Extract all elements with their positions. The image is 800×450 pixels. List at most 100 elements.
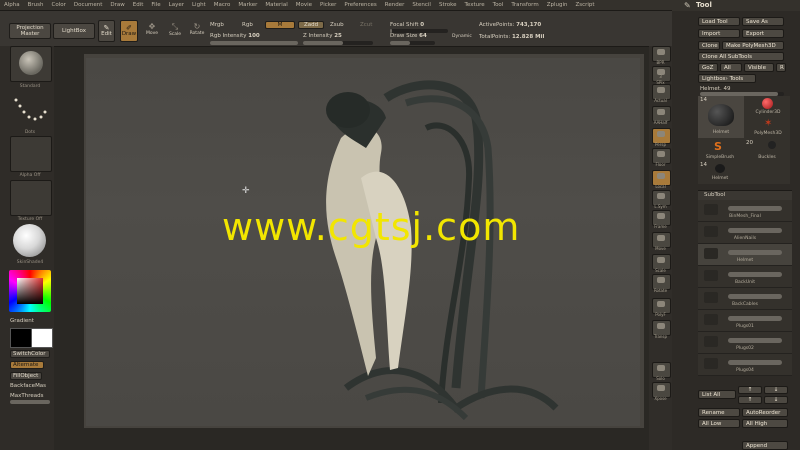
visibility-toggle-icon[interactable] [728,294,782,299]
subtool-item[interactable]: Plugs01 [698,310,792,332]
menu-item-movie[interactable]: Movie [296,2,312,8]
rgb-toggle[interactable]: Rgb [242,22,253,28]
menu-item-edit[interactable]: Edit [133,2,144,8]
menu-item-render[interactable]: Render [385,2,405,8]
list-all-button[interactable]: List All [698,390,736,399]
subtool-item[interactable]: BinMesh_Final [698,200,792,222]
secondary-color-swatch[interactable] [10,328,32,348]
move-button[interactable]: ✥ Move [143,22,161,44]
fill-object-button[interactable]: FillObject [10,372,42,380]
clone-button[interactable]: Clone [698,41,720,50]
lightbox-button[interactable]: LightBox [53,23,95,39]
polymesh-tool-thumb[interactable]: ✶ PolyMesh3D [746,117,790,138]
visibility-toggle-icon[interactable] [728,250,782,255]
visibility-toggle-icon[interactable] [728,206,782,211]
backface-mask-toggle[interactable]: BackfaceMas [10,383,46,389]
dynamic-toggle[interactable]: Dynamic [452,34,472,39]
all-high-button[interactable]: All High [742,419,788,428]
append-button[interactable]: Append [742,441,788,450]
subtool-item[interactable]: Helmet [698,244,792,266]
visibility-toggle-icon[interactable] [728,316,782,321]
menu-item-material[interactable]: Material [265,2,287,8]
alternate-button[interactable]: Alternate [10,361,44,369]
zsub-toggle[interactable]: Zsub [330,22,344,28]
m-toggle[interactable]: M [265,21,295,29]
helmet-tool-thumb[interactable]: 14 Helmet [698,96,744,138]
save-as-button[interactable]: Save As [742,17,784,26]
projection-master-button[interactable]: Projection Master [9,23,51,39]
zadd-toggle[interactable]: Zadd [298,21,324,29]
subtool-header[interactable]: SubTool [698,190,792,200]
visibility-toggle-icon[interactable] [728,360,782,365]
buckles-icon [768,141,776,149]
menu-item-picker[interactable]: Picker [320,2,336,8]
scroll-up-button[interactable]: ↑ [738,396,762,404]
material-thumbnail[interactable] [10,224,50,258]
clone-all-subtools-button[interactable]: Clone All SubTools [698,52,784,61]
zcut-toggle[interactable]: Zcut [360,22,372,28]
menu-item-preferences[interactable]: Preferences [344,2,376,8]
simplebrush-tool-thumb[interactable]: S SimpleBrush [698,140,742,162]
draw-button[interactable]: ✐ Draw [120,20,138,42]
move-down-button[interactable]: ↓ [764,386,788,394]
menu-item-stroke[interactable]: Stroke [439,2,457,8]
export-button[interactable]: Export [742,29,784,38]
menu-item-light[interactable]: Light [192,2,206,8]
edit-button[interactable]: ✎ Edit [98,20,115,42]
load-tool-button[interactable]: Load Tool [698,17,740,26]
texture-thumbnail[interactable] [10,180,52,216]
color-picker[interactable] [9,270,51,312]
scale-button[interactable]: ⤡ Scale [166,22,184,44]
goz-button[interactable]: GoZ [698,63,718,72]
all-low-button[interactable]: All Low [698,419,740,428]
subtool-item[interactable]: BackCables [698,288,792,310]
menu-item-color[interactable]: Color [52,2,66,8]
import-button[interactable]: Import [698,29,740,38]
z-intensity-slider[interactable] [303,41,373,45]
menu-item-macro[interactable]: Macro [214,2,231,8]
subtool-item[interactable]: AlienNails [698,222,792,244]
menu-item-file[interactable]: File [151,2,160,8]
menu-item-layer[interactable]: Layer [169,2,184,8]
subtool-item[interactable]: Plugs02 [698,332,792,354]
menu-item-zscript[interactable]: Zscript [575,2,594,8]
switch-color-button[interactable]: SwitchColor [10,350,50,358]
auto-reorder-button[interactable]: AutoReorder [742,408,788,417]
subtool-item[interactable]: Plugs04 [698,354,792,376]
visible-button[interactable]: Visible [744,63,774,72]
buckles-tool-thumb[interactable]: 20 Buckles [744,140,790,162]
menu-item-alpha[interactable]: Alpha [4,2,20,8]
menu-item-brush[interactable]: Brush [28,2,44,8]
visibility-toggle-icon[interactable] [728,228,782,233]
make-polymesh-button[interactable]: Make PolyMesh3D [722,41,784,50]
menu-item-transform[interactable]: Transform [511,2,538,8]
move-up-button[interactable]: ↑ [738,386,762,394]
visibility-toggle-icon[interactable] [728,272,782,277]
menu-item-zplugin[interactable]: Zplugin [547,2,568,8]
max-threads-slider[interactable] [10,400,50,404]
alpha-thumbnail[interactable] [10,136,52,172]
visibility-toggle-icon[interactable] [728,338,782,343]
r-button[interactable]: R [776,63,786,72]
menu-item-tool[interactable]: Tool [493,2,504,8]
all-button[interactable]: All [720,63,742,72]
menu-item-draw[interactable]: Draw [110,2,124,8]
menu-item-marker[interactable]: Marker [238,2,257,8]
draw-size-slider[interactable] [390,41,435,45]
rename-button[interactable]: Rename [698,408,740,417]
brush-thumbnail[interactable] [10,46,52,82]
cylinder-tool-thumb[interactable]: Cylinder3D [746,96,790,117]
mrgb-toggle[interactable]: Mrgb [210,22,224,28]
menu-item-texture[interactable]: Texture [465,2,485,8]
menu-item-document[interactable]: Document [74,2,103,8]
stroke-thumbnail[interactable] [10,92,50,130]
lightbox-tools-button[interactable]: Lightbox› Tools [698,74,756,83]
menu-item-stencil[interactable]: Stencil [412,2,431,8]
scroll-down-button[interactable]: ↓ [764,396,788,404]
rgb-intensity-slider[interactable] [210,41,298,45]
color-picker-square[interactable] [17,278,43,304]
subtool-item[interactable]: BackUnit [698,266,792,288]
main-color-swatch[interactable] [31,328,53,348]
rotate-button[interactable]: ↻ Rotate [188,22,206,44]
helmet-tool-thumb-2[interactable]: 14 Helmet [698,162,742,184]
